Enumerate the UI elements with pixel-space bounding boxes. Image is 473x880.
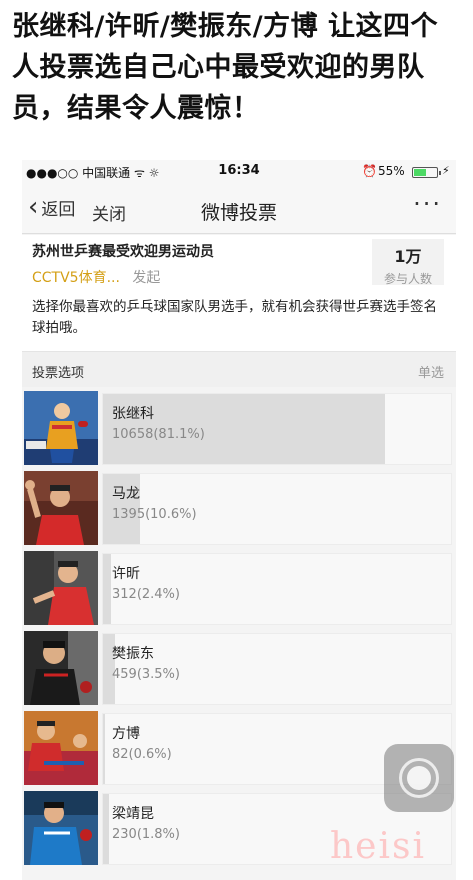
options-header: 投票选项 单选 — [22, 351, 456, 387]
option-stat: 230(1.8%) — [112, 827, 180, 842]
option-stat: 10658(81.1%) — [112, 427, 205, 442]
option-name: 梁靖昆 — [112, 806, 154, 822]
battery-percent: 55% — [378, 164, 405, 178]
battery-icon — [412, 167, 441, 178]
player-photo — [24, 791, 98, 865]
result-bar-fill — [103, 554, 112, 624]
vote-info: 苏州世乒赛最受欢迎男运动员 CCTV5体育... 发起 1万 参与人数 选择你最… — [22, 235, 456, 351]
option-stat: 82(0.6%) — [112, 747, 172, 762]
result-bar-fill — [103, 714, 106, 784]
option-stat: 312(2.4%) — [112, 587, 180, 602]
player-photo — [24, 551, 98, 625]
option-name: 樊振东 — [112, 646, 154, 662]
option-stat: 459(3.5%) — [112, 667, 180, 682]
back-button[interactable]: ‹ 返回 — [28, 194, 75, 220]
back-label: 返回 — [41, 199, 76, 220]
initiated-label: 发起 — [132, 270, 161, 286]
vote-option[interactable]: 樊振东 459(3.5%) — [22, 627, 456, 707]
headline: 张继科/许昕/樊振东/方博 让这四个人投票选自己心中最受欢迎的男队员，结果令人震… — [12, 11, 438, 124]
alarm-icon: ⏰ — [362, 164, 377, 178]
chevron-left-icon: ‹ — [28, 192, 39, 222]
close-button[interactable]: 关闭 — [92, 200, 126, 225]
vote-option[interactable]: 张继科 10658(81.1%) — [22, 387, 456, 467]
source-link[interactable]: CCTV5体育... — [32, 270, 120, 286]
assistive-touch-button[interactable] — [384, 744, 454, 812]
page-title: 微博投票 — [200, 202, 277, 224]
player-photo — [24, 471, 98, 545]
watermark: heisi — [330, 826, 426, 867]
vote-option[interactable]: 许昕 312(2.4%) — [22, 547, 456, 627]
player-photo — [24, 631, 98, 705]
option-name: 许昕 — [112, 566, 140, 582]
vote-mode-label: 单选 — [417, 366, 444, 381]
charging-icon: ⚡ — [442, 164, 450, 177]
option-name: 方博 — [112, 726, 140, 742]
vote-source-line: CCTV5体育... 发起 — [32, 267, 160, 287]
participant-count-box: 1万 参与人数 — [372, 239, 444, 286]
option-name: 张继科 — [112, 406, 154, 422]
status-bar: ●●●○○ 中国联通 ᯤ ☼ 16:34 ⏰ 55% ⚡ — [22, 160, 456, 184]
vote-option[interactable]: 马龙 1395(10.6%) — [22, 467, 456, 547]
option-stat: 1395(10.6%) — [112, 507, 197, 522]
nav-bar: ‹ 返回 关闭 微博投票 ··· — [22, 184, 456, 234]
player-photo — [24, 711, 98, 785]
participant-label: 参与人数 — [383, 272, 432, 286]
option-name: 马龙 — [112, 486, 140, 502]
player-photo — [24, 391, 98, 465]
result-bar-fill — [103, 794, 110, 864]
vote-title: 苏州世乒赛最受欢迎男运动员 — [32, 244, 214, 260]
participant-count: 1万 — [394, 247, 422, 266]
vote-description: 选择你最喜欢的乒乓球国家队男选手，就有机会获得世乒赛选手签名球拍哦。 — [32, 299, 437, 336]
options-header-label: 投票选项 — [32, 366, 85, 381]
more-menu-button[interactable]: ··· — [413, 190, 442, 218]
